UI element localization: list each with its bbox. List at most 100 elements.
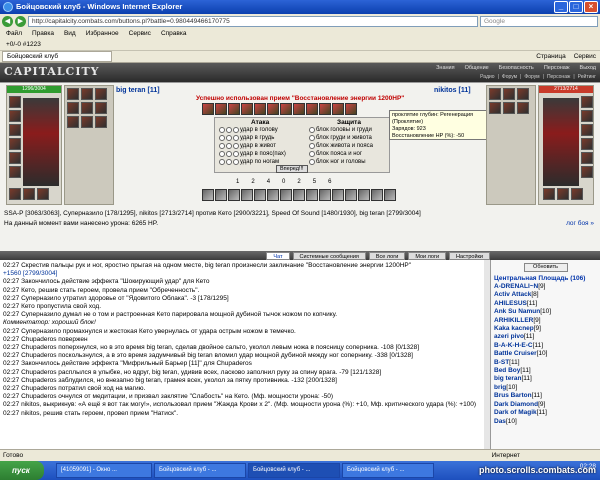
attack-radio[interactable]: [219, 135, 225, 141]
ability-icon[interactable]: [254, 103, 266, 115]
equip-slot[interactable]: [489, 88, 501, 100]
submenu-radio[interactable]: Радио: [480, 74, 494, 80]
equip-slot[interactable]: [9, 110, 21, 122]
topmenu-chat[interactable]: Общение: [465, 65, 489, 71]
equip-slot[interactable]: [581, 124, 593, 136]
equip-slot[interactable]: [67, 88, 79, 100]
equip-slot[interactable]: [517, 88, 529, 100]
right-hero-name[interactable]: nikitos [11]: [434, 87, 471, 94]
attack-radio[interactable]: [226, 143, 232, 149]
player-entry[interactable]: Kaka kacnep[9]: [491, 325, 600, 333]
menu-favorites[interactable]: Избранное: [86, 28, 119, 39]
tab-all-logs[interactable]: Все логи: [368, 252, 406, 260]
menu-view[interactable]: Вид: [64, 28, 76, 39]
equip-slot[interactable]: [581, 110, 593, 122]
maximize-button[interactable]: □: [569, 1, 583, 13]
ie-tab[interactable]: Бойцовский клуб: [2, 51, 112, 62]
equip-slot[interactable]: [581, 166, 593, 178]
attack-radio[interactable]: [219, 159, 225, 165]
submenu-forum[interactable]: Форум: [502, 74, 517, 80]
attack-radio[interactable]: [226, 159, 232, 165]
player-entry[interactable]: Das[10]: [491, 418, 600, 426]
player-name[interactable]: B-A-K-H-E-C: [494, 342, 533, 349]
player-name[interactable]: Brus Barton: [494, 392, 532, 399]
search-input[interactable]: Google: [480, 15, 598, 27]
player-name[interactable]: Dark of Magik: [494, 409, 537, 416]
topmenu-character[interactable]: Персонаж: [544, 65, 570, 71]
equip-slot[interactable]: [571, 188, 583, 200]
player-name[interactable]: B-ST: [494, 359, 509, 366]
taskbar-button[interactable]: Бойцовский клуб - ...: [248, 463, 340, 478]
player-name[interactable]: Das: [494, 418, 506, 425]
skill-icon[interactable]: [319, 189, 331, 201]
equip-slot[interactable]: [67, 116, 79, 128]
player-name[interactable]: azeri pivo: [494, 333, 524, 340]
submenu-character[interactable]: Персонаж: [547, 74, 570, 80]
attack-radio[interactable]: [219, 151, 225, 157]
ability-icon[interactable]: [241, 103, 253, 115]
go-button[interactable]: Вперед!!!: [276, 165, 308, 173]
skill-icon[interactable]: [306, 189, 318, 201]
player-name[interactable]: A-DRENALI~N: [494, 283, 538, 290]
attack-radio[interactable]: [226, 151, 232, 157]
equip-slot[interactable]: [581, 152, 593, 164]
player-name[interactable]: brig: [494, 384, 506, 391]
attack-radio[interactable]: [233, 143, 239, 149]
forward-icon[interactable]: ▶: [15, 15, 26, 27]
topmenu-security[interactable]: Безопасность: [499, 65, 534, 71]
player-entry[interactable]: Dark Diamond[9]: [491, 401, 600, 409]
player-entry[interactable]: Activ Attack[8]: [491, 291, 600, 299]
menu-edit[interactable]: Правка: [32, 28, 54, 39]
block-radio[interactable]: [309, 127, 315, 133]
attack-radio[interactable]: [233, 151, 239, 157]
skill-icon[interactable]: [332, 189, 344, 201]
url-input[interactable]: http://capitalcity.combats.com/buttons.p…: [28, 15, 478, 27]
block-radio[interactable]: [309, 143, 315, 149]
skill-icon[interactable]: [293, 189, 305, 201]
skill-icon[interactable]: [202, 189, 214, 201]
minimize-button[interactable]: _: [554, 1, 568, 13]
ability-icon[interactable]: [332, 103, 344, 115]
attack-radio[interactable]: [219, 143, 225, 149]
menu-file[interactable]: Файл: [6, 28, 22, 39]
equip-slot[interactable]: [95, 116, 107, 128]
ability-icon[interactable]: [280, 103, 292, 115]
menu-tools[interactable]: Сервис: [129, 28, 151, 39]
player-entry[interactable]: B-ST[11]: [491, 359, 600, 367]
player-entry[interactable]: AHILESUS[11]: [491, 300, 600, 308]
skill-icon[interactable]: [371, 189, 383, 201]
refresh-button[interactable]: Обновить: [523, 263, 568, 272]
equip-slot[interactable]: [67, 102, 79, 114]
player-name[interactable]: Ank Su Namun: [494, 308, 540, 315]
attack-radio[interactable]: [233, 127, 239, 133]
tools-menu[interactable]: Сервис: [574, 53, 596, 60]
player-entry[interactable]: B-A-K-H-E-C[11]: [491, 342, 600, 350]
equip-slot[interactable]: [23, 188, 35, 200]
player-entry[interactable]: azeri pivo[11]: [491, 333, 600, 341]
player-name[interactable]: Dark Diamond: [494, 401, 538, 408]
equip-slot[interactable]: [489, 102, 501, 114]
player-entry[interactable]: big teran[11]: [491, 375, 600, 383]
skill-icon[interactable]: [345, 189, 357, 201]
skill-icon[interactable]: [241, 189, 253, 201]
player-entry[interactable]: Brus Barton[11]: [491, 392, 600, 400]
taskbar-button[interactable]: Бойцовский клуб - ...: [154, 463, 246, 478]
player-name[interactable]: Activ Attack: [494, 291, 531, 298]
equip-slot[interactable]: [503, 88, 515, 100]
tab-chat[interactable]: Чат: [266, 252, 290, 260]
back-icon[interactable]: ◀: [2, 15, 13, 27]
menu-help[interactable]: Справка: [161, 28, 187, 39]
equip-slot[interactable]: [581, 138, 593, 150]
player-name[interactable]: Bed Boy: [494, 367, 520, 374]
equip-slot[interactable]: [95, 102, 107, 114]
tab-my-logs[interactable]: Мои логи: [408, 252, 447, 260]
tab-system[interactable]: Системные сообщения: [292, 252, 366, 260]
taskbar-button[interactable]: [41059091] - Окно ...: [56, 463, 152, 478]
attack-radio[interactable]: [233, 159, 239, 165]
submenu-forum2[interactable]: Форум: [524, 74, 539, 80]
player-entry[interactable]: Battle Cruiser[10]: [491, 350, 600, 358]
equip-slot[interactable]: [9, 152, 21, 164]
ability-icon[interactable]: [293, 103, 305, 115]
page-menu[interactable]: Страница: [536, 53, 565, 60]
equip-slot[interactable]: [95, 88, 107, 100]
